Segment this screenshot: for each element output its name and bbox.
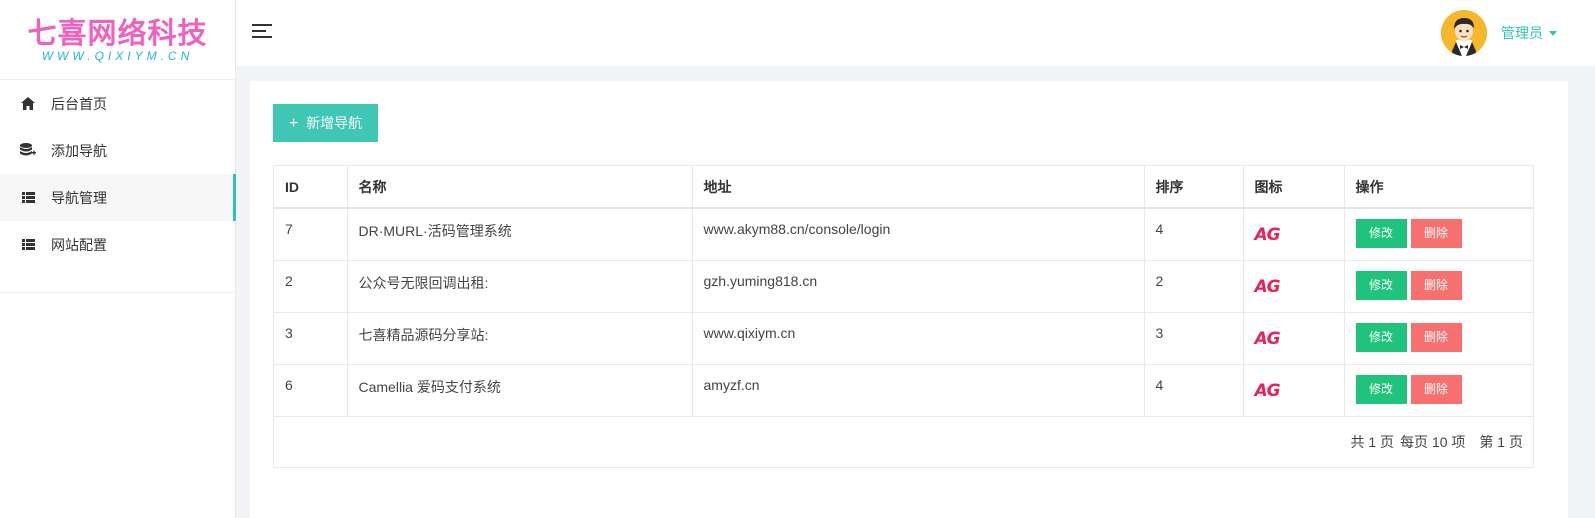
sidebar-item-site-config[interactable]: 网站配置 — [0, 221, 235, 268]
add-nav-button[interactable]: + 新增导航 — [273, 104, 378, 142]
cell-url: gzh.yuming818.cn — [692, 260, 1145, 313]
pagination: 共 1 页 每页 10 项 第 1 页 — [274, 417, 1533, 467]
cell-actions: 修改 删除 — [1344, 364, 1533, 417]
table-row: 3 七喜精品源码分享站: www.qixiym.cn 3 AG 修改 删除 — [274, 312, 1533, 365]
ag-logo-icon: AG — [1254, 328, 1281, 349]
delete-button[interactable]: 删除 — [1410, 270, 1462, 300]
pager-current-page: 第 1 页 — [1479, 433, 1523, 450]
cell-icon: AG — [1243, 208, 1345, 261]
delete-button[interactable]: 删除 — [1410, 219, 1462, 248]
pager-total-pages: 共 1 页 — [1350, 433, 1395, 450]
logo-subtitle: WWW.QIXIYM.CN — [41, 49, 194, 63]
cell-sort: 2 — [1144, 260, 1244, 313]
list-icon — [20, 237, 36, 253]
column-header-url[interactable]: 地址 — [692, 166, 1145, 209]
cell-name: Camellia 爱码支付系统 — [347, 364, 693, 417]
column-header-id[interactable]: ID — [274, 166, 348, 209]
sidebar-item-label: 导航管理 — [51, 189, 107, 206]
cell-name: 公众号无限回调出租: — [347, 260, 693, 313]
nav-table: ID 名称 地址 排序 图标 操作 7 DR·MURL·活码管理系统 www.a… — [274, 166, 1533, 417]
edit-button[interactable]: 修改 — [1355, 270, 1407, 300]
sidebar-item-label: 后台首页 — [51, 95, 107, 112]
cell-name: 七喜精品源码分享站: — [347, 312, 693, 365]
database-add-icon — [20, 143, 36, 159]
sidebar-item-nav-manage[interactable]: 导航管理 — [0, 174, 236, 221]
pager-per-page: 每页 10 项 — [1400, 433, 1466, 450]
main-content: + 新增导航 ID 名称 地址 排序 图标 操作 7 DR·MURL·活码管理系… — [250, 81, 1568, 518]
sidebar: 七喜网络科技 WWW.QIXIYM.CN 后台首页 添加导航 导航管理 网站配置 — [0, 0, 236, 518]
chevron-down-icon — [1549, 30, 1557, 36]
ag-logo-icon: AG — [1254, 380, 1281, 401]
cell-sort: 4 — [1144, 364, 1244, 417]
cell-icon: AG — [1243, 260, 1345, 313]
sidebar-item-home[interactable]: 后台首页 — [0, 80, 235, 127]
add-nav-label: 新增导航 — [306, 115, 363, 131]
cell-icon: AG — [1243, 364, 1345, 417]
column-header-icon[interactable]: 图标 — [1243, 166, 1345, 209]
menu-toggle-icon[interactable] — [252, 24, 272, 40]
home-icon — [20, 96, 36, 112]
top-header: 管理员 — [236, 0, 1595, 66]
cell-sort: 4 — [1144, 208, 1244, 261]
cell-icon: AG — [1243, 312, 1345, 365]
table-row: 2 公众号无限回调出租: gzh.yuming818.cn 2 AG 修改 删除 — [274, 260, 1533, 313]
logo-title: 七喜网络科技 — [27, 16, 208, 50]
cell-id: 6 — [274, 364, 348, 417]
table-row: 7 DR·MURL·活码管理系统 www.akym88.cn/console/l… — [274, 208, 1533, 261]
cell-id: 3 — [274, 312, 348, 365]
sidebar-item-label: 添加导航 — [51, 142, 107, 159]
sidebar-menu: 后台首页 添加导航 导航管理 网站配置 — [0, 80, 236, 293]
ag-logo-icon: AG — [1254, 276, 1281, 297]
cell-sort: 3 — [1144, 312, 1244, 365]
logo[interactable]: 七喜网络科技 WWW.QIXIYM.CN — [0, 0, 235, 80]
sidebar-item-label: 网站配置 — [51, 236, 107, 253]
cell-actions: 修改 删除 — [1344, 260, 1533, 313]
cell-actions: 修改 删除 — [1344, 208, 1533, 261]
cell-id: 2 — [274, 260, 348, 313]
table-row: 6 Camellia 爱码支付系统 amyzf.cn 4 AG 修改 删除 — [274, 364, 1533, 417]
cell-url: www.akym88.cn/console/login — [692, 208, 1145, 261]
cell-url: amyzf.cn — [692, 364, 1145, 417]
avatar — [1441, 10, 1487, 56]
cell-name: DR·MURL·活码管理系统 — [347, 208, 693, 261]
column-header-actions[interactable]: 操作 — [1344, 166, 1533, 209]
table-header-row: ID 名称 地址 排序 图标 操作 — [274, 166, 1533, 209]
nav-table-container: ID 名称 地址 排序 图标 操作 7 DR·MURL·活码管理系统 www.a… — [273, 165, 1534, 468]
plus-icon: + — [288, 115, 299, 132]
cell-url: www.qixiym.cn — [692, 312, 1145, 365]
edit-button[interactable]: 修改 — [1355, 322, 1407, 352]
delete-button[interactable]: 删除 — [1410, 322, 1462, 352]
edit-button[interactable]: 修改 — [1355, 374, 1407, 404]
sidebar-item-add-nav[interactable]: 添加导航 — [0, 127, 235, 174]
column-header-name[interactable]: 名称 — [347, 166, 693, 209]
delete-button[interactable]: 删除 — [1410, 374, 1462, 404]
cell-id: 7 — [274, 208, 348, 261]
username: 管理员 — [1501, 25, 1543, 41]
ag-logo-icon: AG — [1254, 225, 1281, 245]
cell-actions: 修改 删除 — [1344, 312, 1533, 365]
list-icon — [20, 190, 36, 206]
user-menu[interactable]: 管理员 — [1441, 10, 1557, 56]
edit-button[interactable]: 修改 — [1355, 219, 1407, 248]
column-header-sort[interactable]: 排序 — [1144, 166, 1244, 209]
